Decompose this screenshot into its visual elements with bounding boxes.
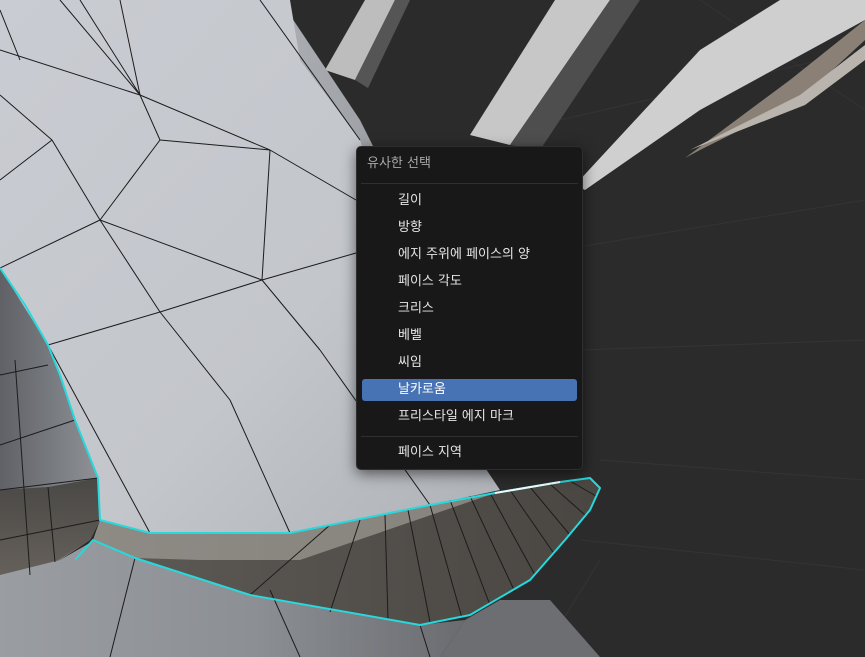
menu-item-face-regions[interactable]: 페이스 지역: [362, 442, 577, 464]
menu-item-direction[interactable]: 방향: [362, 217, 577, 239]
menu-item-freestyle-edge-marks[interactable]: 프리스타일 에지 마크: [362, 406, 577, 428]
menu-item-bevel[interactable]: 베벨: [362, 325, 577, 347]
menu-item-length[interactable]: 길이: [362, 190, 577, 212]
menu-item-amount-of-faces-around-edge[interactable]: 에지 주위에 페이스의 양: [362, 244, 577, 266]
menu-item-face-angles[interactable]: 페이스 각도: [362, 271, 577, 293]
menu-item-seam[interactable]: 씨임: [362, 352, 577, 374]
menu-separator: [361, 436, 578, 437]
select-similar-menu: 유사한 선택 길이 방향 에지 주위에 페이스의 양 페이스 각도 크리스 베벨…: [356, 146, 583, 470]
menu-title: 유사한 선택: [367, 156, 431, 171]
menu-item-sharpness[interactable]: 날카로움: [362, 379, 577, 401]
menu-separator: [361, 183, 578, 184]
menu-item-crease[interactable]: 크리스: [362, 298, 577, 320]
